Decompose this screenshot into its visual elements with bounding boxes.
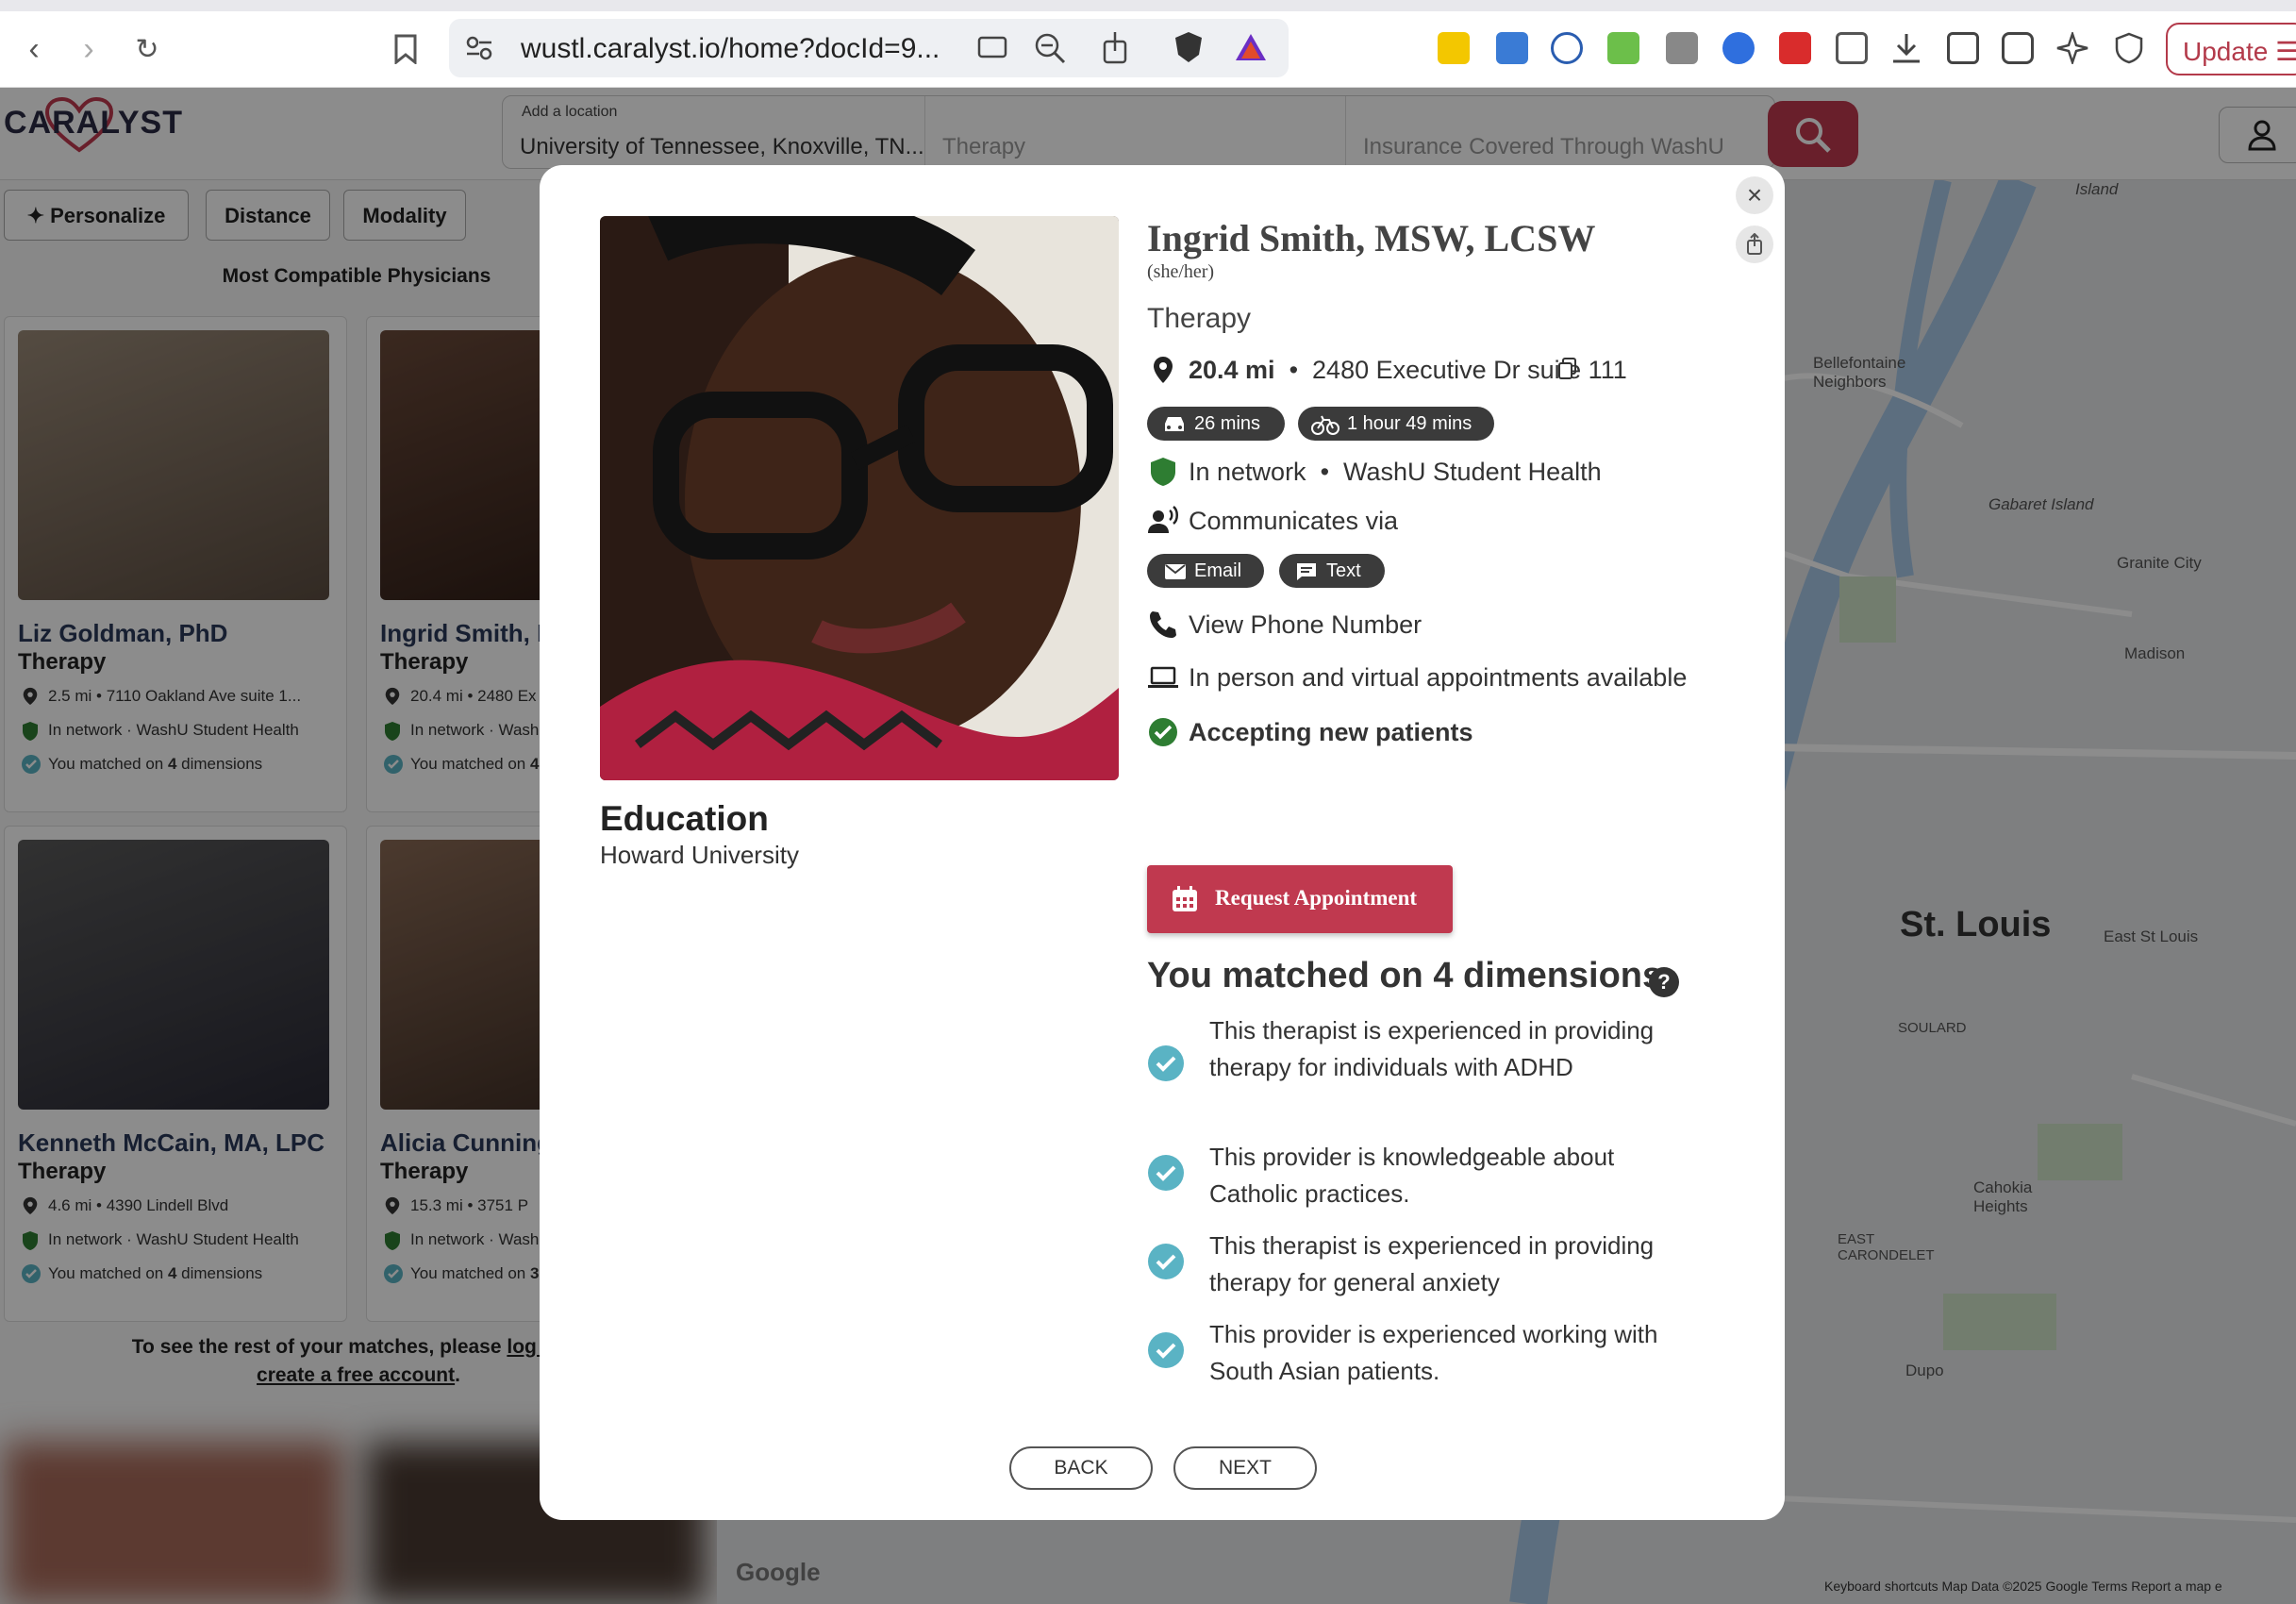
provider-portrait <box>600 216 1119 780</box>
update-label: Update <box>2183 37 2269 66</box>
help-icon[interactable]: ? <box>1649 967 1679 997</box>
reload-icon[interactable]: ↻ <box>126 28 168 70</box>
back-button[interactable]: BACK <box>1009 1446 1153 1490</box>
education-heading: Education <box>600 799 769 838</box>
forward-arrow-icon[interactable]: › <box>68 28 109 70</box>
provider-name: Ingrid Smith, MSW, LCSW <box>1147 217 1596 259</box>
network-status: In network <box>1189 458 1306 486</box>
cast-icon[interactable] <box>977 34 1009 67</box>
provider-specialty: Therapy <box>1147 303 1252 334</box>
email-icon <box>1165 564 1186 579</box>
vpn-icon[interactable] <box>2113 32 2145 64</box>
provider-photo <box>600 216 1119 780</box>
text-badge[interactable]: Text <box>1279 554 1385 588</box>
check-circle-icon <box>1149 718 1177 746</box>
check-circle-icon <box>1148 1045 1184 1081</box>
speaker-person-icon <box>1148 506 1178 533</box>
wallet-icon[interactable] <box>2002 32 2034 64</box>
share-button[interactable] <box>1736 226 1773 263</box>
calendar-icon <box>1173 886 1197 911</box>
request-appointment-button[interactable]: Request Appointment <box>1147 865 1453 933</box>
tab-strip <box>0 0 2296 11</box>
view-phone-link[interactable]: View Phone Number <box>1189 610 1422 640</box>
dimension-text: This therapist is experienced in providi… <box>1209 1231 1655 1296</box>
password-manager-icon[interactable] <box>1551 32 1583 64</box>
browser-toolbar: ‹ › ↻ wustl.caralyst.io/home?docId=9... … <box>0 0 2296 88</box>
distance-value: 20.4 mi <box>1189 356 1275 384</box>
share-icon <box>1747 233 1762 255</box>
drive-time-value: 26 mins <box>1194 413 1261 434</box>
leo-ai-icon[interactable] <box>2056 30 2088 66</box>
bicycle-icon <box>1311 415 1339 435</box>
bike-time-badge: 1 hour 49 mins <box>1298 407 1494 441</box>
laptop-icon <box>1148 666 1178 688</box>
dimension-text: This therapist is experienced in providi… <box>1209 1016 1655 1081</box>
email-badge[interactable]: Email <box>1147 554 1264 588</box>
check-circle-icon <box>1148 1244 1184 1279</box>
address-bar[interactable]: wustl.caralyst.io/home?docId=9... <box>449 19 1289 77</box>
email-label: Email <box>1194 560 1242 581</box>
appointments-text: In person and virtual appointments avail… <box>1189 663 1688 692</box>
shield-icon <box>1151 458 1175 486</box>
car-icon <box>1165 417 1184 431</box>
extension-copy-icon[interactable] <box>1666 32 1698 64</box>
close-button[interactable]: × <box>1736 176 1773 214</box>
copy-address-icon[interactable] <box>1558 358 1577 380</box>
extension-r-icon[interactable] <box>1438 32 1470 64</box>
site-settings-icon[interactable] <box>466 36 492 65</box>
download-icon[interactable] <box>1890 32 1922 64</box>
close-icon: × <box>1746 180 1763 209</box>
text-label: Text <box>1326 560 1361 581</box>
next-button[interactable]: NEXT <box>1173 1446 1317 1490</box>
accepting-text: Accepting new patients <box>1189 718 1473 746</box>
bike-time-value: 1 hour 49 mins <box>1347 413 1472 434</box>
update-button[interactable]: Update ☰ <box>2166 23 2296 75</box>
extension-red-icon[interactable] <box>1779 32 1811 64</box>
brave-rewards-icon[interactable] <box>1234 32 1268 67</box>
extension-green-icon[interactable] <box>1607 32 1639 64</box>
address-value: 2480 Executive Dr suite 111 <box>1312 356 1627 384</box>
back-arrow-icon[interactable]: ‹ <box>13 28 55 70</box>
network-plan: WashU Student Health <box>1343 458 1602 486</box>
url-text[interactable]: wustl.caralyst.io/home?docId=9... <box>521 33 940 65</box>
provider-pronouns: (she/her) <box>1147 261 1215 282</box>
extension-s-icon[interactable] <box>1496 32 1528 64</box>
modal-backdrop[interactable]: Education Howard University × Ingrid Smi… <box>0 88 2296 1604</box>
dimension-text: This provider is knowledgeable about Cat… <box>1209 1143 1615 1208</box>
provider-modal: Education Howard University × Ingrid Smi… <box>540 165 1785 1520</box>
education-value: Howard University <box>600 841 799 869</box>
dimension-text: This provider is experienced working wit… <box>1209 1320 1658 1385</box>
check-circle-icon <box>1148 1155 1184 1191</box>
zoom-out-icon[interactable] <box>1034 32 1066 69</box>
matched-heading: You matched on 4 dimensions <box>1147 956 1663 995</box>
extension-blue-icon[interactable] <box>1722 32 1755 64</box>
check-circle-icon <box>1148 1332 1184 1368</box>
sidebar-icon[interactable] <box>1947 32 1979 64</box>
brave-shield-icon[interactable] <box>1173 30 1204 69</box>
page: CARALYST Add a location University of Te… <box>0 88 2296 1604</box>
phone-icon <box>1150 611 1176 638</box>
request-appointment-label: Request Appointment <box>1215 886 1418 910</box>
communicates-label: Communicates via <box>1189 507 1399 535</box>
drive-time-badge: 26 mins <box>1147 407 1285 441</box>
extensions-puzzle-icon[interactable] <box>1836 32 1868 64</box>
location-pin-icon <box>1154 357 1173 383</box>
message-icon <box>1297 563 1316 580</box>
bookmark-icon[interactable] <box>385 28 426 70</box>
share-icon[interactable] <box>1102 30 1128 69</box>
